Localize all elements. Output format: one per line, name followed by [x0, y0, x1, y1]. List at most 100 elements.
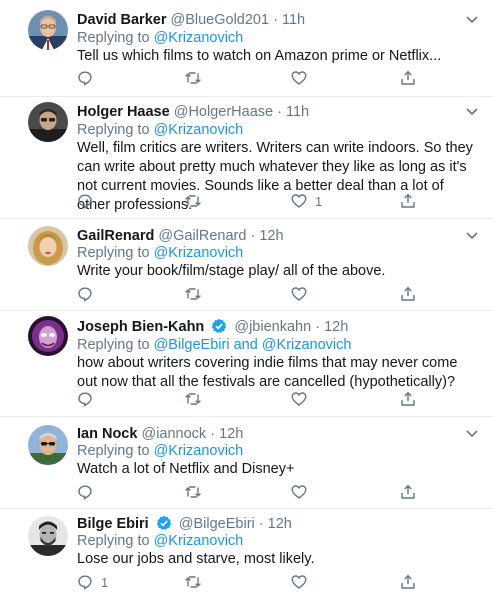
heart-icon: [291, 485, 307, 499]
handle[interactable]: @iannock: [141, 426, 206, 442]
display-name[interactable]: Joseph Bien-Kahn: [77, 319, 204, 335]
tweet-header: Bilge Ebiri @BilgeEbiri · 12h: [77, 515, 292, 533]
timestamp[interactable]: 11h: [286, 104, 309, 120]
like-button[interactable]: [291, 390, 315, 408]
reply-icon: [78, 575, 92, 590]
display-name[interactable]: GailRenard: [77, 228, 154, 244]
tweet-header: GailRenard @GailRenard · 12h: [77, 227, 284, 245]
like-button[interactable]: [291, 285, 315, 303]
tweet[interactable]: Bilge Ebiri @BilgeEbiri · 12h Replying t…: [0, 509, 493, 603]
replying-to: Replying to @Krizanovich: [77, 29, 243, 47]
action-bar: 1: [77, 573, 417, 591]
dot-separator: ·: [277, 104, 282, 120]
like-button[interactable]: [291, 69, 315, 87]
retweet-button[interactable]: [184, 390, 202, 408]
like-button[interactable]: [291, 483, 315, 501]
replying-to-label: Replying to: [77, 337, 150, 353]
timestamp[interactable]: 12h: [259, 228, 283, 244]
share-button[interactable]: [400, 390, 416, 408]
dot-separator: ·: [250, 228, 256, 244]
tweet-header: Ian Nock @iannock · 12h: [77, 425, 243, 443]
share-icon: [401, 193, 415, 208]
tweet-header: Joseph Bien-Kahn @jbienkahn · 12h: [77, 318, 348, 336]
timestamp[interactable]: 12h: [324, 319, 348, 335]
tweet[interactable]: GailRenard @GailRenard · 12h Replying to…: [0, 219, 493, 311]
replying-to-label: Replying to: [77, 122, 150, 138]
replying-to-link[interactable]: @Krizanovich: [154, 533, 244, 549]
handle[interactable]: @jbienkahn: [234, 319, 311, 335]
retweet-button[interactable]: [184, 69, 202, 87]
replying-to-link[interactable]: @Krizanovich: [154, 245, 244, 261]
replying-to: Replying to @Krizanovich: [77, 532, 243, 550]
chevron-down-icon[interactable]: [465, 231, 479, 241]
retweet-icon: [185, 576, 201, 588]
reply-button[interactable]: [77, 483, 101, 501]
retweet-button[interactable]: [184, 192, 202, 210]
tweet-text: Lose our jobs and starve, most likely.: [77, 551, 315, 567]
display-name[interactable]: Holger Haase: [77, 104, 170, 120]
tweet[interactable]: David Barker @BlueGold201 · 11h Replying…: [0, 0, 493, 97]
avatar[interactable]: [28, 316, 68, 356]
action-bar: [77, 69, 417, 87]
timestamp[interactable]: 12h: [268, 516, 292, 532]
reply-icon: [78, 71, 92, 86]
share-icon: [401, 574, 415, 589]
tweet[interactable]: Ian Nock @iannock · 12h Replying to @Kri…: [0, 417, 493, 509]
replying-to-label: Replying to: [77, 533, 150, 549]
action-bar: [77, 390, 417, 408]
share-button[interactable]: [400, 192, 416, 210]
share-button[interactable]: [400, 573, 416, 591]
like-button[interactable]: 1: [291, 192, 322, 210]
timestamp[interactable]: 12h: [219, 426, 243, 442]
avatar[interactable]: [28, 10, 68, 50]
handle[interactable]: @HolgerHaase: [174, 104, 273, 120]
reply-button[interactable]: 1: [77, 573, 108, 591]
display-name[interactable]: Bilge Ebiri: [77, 516, 149, 532]
share-button[interactable]: [400, 285, 416, 303]
chevron-down-icon[interactable]: [465, 429, 479, 439]
avatar[interactable]: [28, 516, 68, 556]
share-button[interactable]: [400, 69, 416, 87]
tweet-text: Tell us which films to watch on Amazon p…: [77, 48, 442, 64]
share-button[interactable]: [400, 483, 416, 501]
tweet[interactable]: Holger Haase @HolgerHaase · 11h Replying…: [0, 97, 493, 219]
tweet-text: Write your book/film/stage play/ all of …: [77, 263, 386, 279]
action-bar: [77, 285, 417, 303]
display-name[interactable]: David Barker: [77, 12, 166, 28]
reply-button[interactable]: [77, 390, 101, 408]
like-button[interactable]: [291, 573, 315, 591]
like-count: 1: [315, 193, 323, 209]
tweet-header: David Barker @BlueGold201 · 11h: [77, 11, 305, 29]
reply-button[interactable]: [77, 69, 101, 87]
replying-to-link[interactable]: @Krizanovich: [154, 122, 244, 138]
handle[interactable]: @BilgeEbiri: [179, 516, 255, 532]
share-icon: [401, 70, 415, 85]
display-name[interactable]: Ian Nock: [77, 426, 137, 442]
action-bar: 1: [77, 192, 417, 210]
timestamp[interactable]: 11h: [282, 12, 305, 28]
share-icon: [401, 286, 415, 301]
reply-count: 1: [101, 574, 109, 590]
chevron-down-icon[interactable]: [465, 15, 479, 25]
tweet-text: Watch a lot of Netflix and Disney+: [77, 461, 295, 477]
tweet[interactable]: Joseph Bien-Kahn @jbienkahn · 12h Replyi…: [0, 311, 493, 417]
reply-button[interactable]: [77, 192, 101, 210]
retweet-button[interactable]: [184, 573, 202, 591]
dot-separator: ·: [210, 426, 216, 442]
retweet-button[interactable]: [184, 483, 202, 501]
replying-to-link[interactable]: @Krizanovich: [154, 443, 244, 459]
replying-to-link[interactable]: @Krizanovich: [154, 30, 244, 46]
handle[interactable]: @GailRenard: [158, 228, 246, 244]
reply-button[interactable]: [77, 285, 101, 303]
avatar[interactable]: [28, 226, 68, 266]
retweet-icon: [185, 195, 201, 207]
replying-to-link[interactable]: @BilgeEbiri and @Krizanovich: [154, 337, 352, 353]
avatar[interactable]: [28, 425, 68, 465]
retweet-button[interactable]: [184, 285, 202, 303]
avatar[interactable]: [28, 102, 68, 142]
handle[interactable]: @BlueGold201: [171, 12, 270, 28]
chevron-down-icon[interactable]: [465, 107, 479, 117]
tweet-header: Holger Haase @HolgerHaase · 11h: [77, 103, 309, 121]
heart-icon: [291, 287, 307, 301]
reply-icon: [78, 287, 92, 302]
